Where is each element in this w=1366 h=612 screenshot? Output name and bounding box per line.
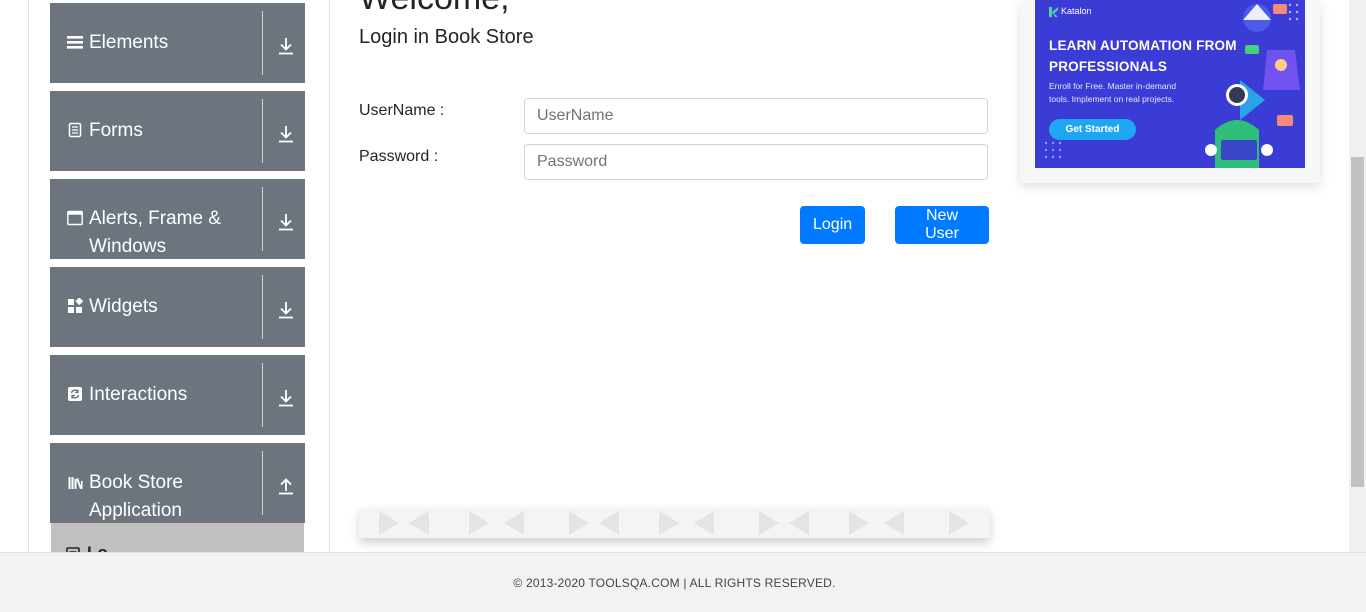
copyright-text: © 2013-2020 TOOLSQA.COM | ALL RIGHTS RES… <box>513 576 836 590</box>
refresh-icon <box>68 387 82 401</box>
group-alerts-frame-windows[interactable]: Alerts, Frame & Windows <box>50 179 305 259</box>
page-title: Welcome, <box>359 0 510 18</box>
group-label: Book Store Application <box>89 472 183 521</box>
username-input[interactable] <box>524 98 988 134</box>
footer: © 2013-2020 TOOLSQA.COM | ALL RIGHTS RES… <box>0 552 1366 612</box>
username-label: UserName : <box>359 102 445 119</box>
triangle-pattern <box>379 511 969 535</box>
widgets-icon <box>68 298 83 313</box>
katalon-ad[interactable]: Katalon LEARN AUTOMATION FROM PROFESSION… <box>1035 0 1305 168</box>
download-arrow-icon[interactable] <box>277 213 295 231</box>
katalon-logo-icon <box>1049 7 1058 17</box>
group-label: Elements <box>89 32 169 53</box>
group-label: Alerts, Frame & Windows <box>89 208 221 257</box>
login-button[interactable]: Login <box>800 206 865 244</box>
divider <box>262 11 263 75</box>
group-label: Widgets <box>89 296 158 317</box>
divider <box>262 451 263 515</box>
download-arrow-icon[interactable] <box>277 125 295 143</box>
window-icon <box>67 210 83 226</box>
group-interactions[interactable]: Interactions <box>50 355 305 435</box>
upload-arrow-icon[interactable] <box>277 477 295 495</box>
document-icon <box>68 122 82 138</box>
scrollbar-thumb[interactable] <box>1351 157 1364 487</box>
dot-grid-decoration <box>1044 141 1062 159</box>
new-user-button[interactable]: New User <box>895 206 989 244</box>
get-started-button[interactable]: Get Started <box>1049 119 1136 140</box>
ad-subtext: Enroll for Free. Master in-demand tools.… <box>1049 81 1177 104</box>
group-label: Forms <box>89 120 143 141</box>
group-elements[interactable]: Elements <box>50 3 305 83</box>
sidebar-item-label: Lo <box>87 543 108 552</box>
left-panel: Elements Forms Alerts, Frame & Windows W… <box>28 0 330 552</box>
divider <box>262 187 263 251</box>
ad-brand: Katalon <box>1061 6 1092 16</box>
group-label: Interactions <box>89 384 188 405</box>
download-arrow-icon[interactable] <box>277 37 295 55</box>
group-book-store-application[interactable]: Book Store Application <box>50 443 305 523</box>
group-forms[interactable]: Forms <box>50 91 305 171</box>
download-arrow-icon[interactable] <box>277 389 295 407</box>
download-arrow-icon[interactable] <box>277 301 295 319</box>
password-input[interactable] <box>524 144 988 180</box>
hamburger-icon <box>67 36 83 49</box>
password-label: Password : <box>359 148 439 165</box>
group-widgets[interactable]: Widgets <box>50 267 305 347</box>
page-subtitle: Login in Book Store <box>359 26 534 48</box>
books-icon <box>68 477 83 490</box>
divider <box>262 363 263 427</box>
divider <box>262 275 263 339</box>
sidebar-item-login[interactable]: Lo <box>51 523 304 552</box>
decorative-banner <box>359 508 990 538</box>
ad-illustration <box>1205 3 1300 168</box>
divider <box>262 99 263 163</box>
